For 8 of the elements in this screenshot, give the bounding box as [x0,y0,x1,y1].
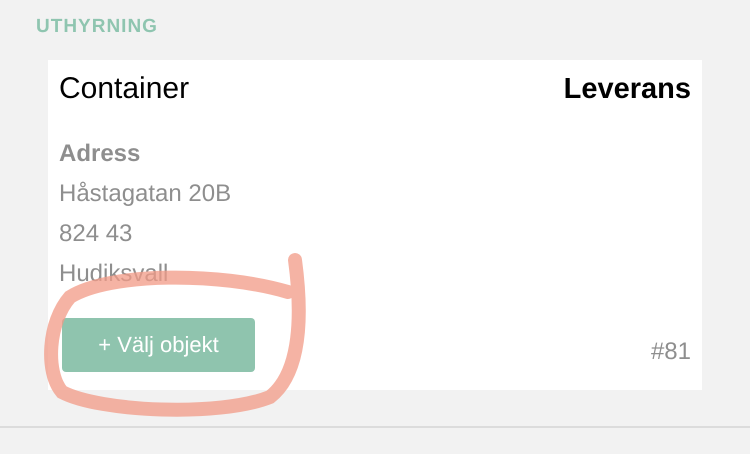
select-object-button[interactable]: + Välj objekt [62,318,255,372]
card-title: Container [59,72,190,106]
type-label: Leverans [564,73,691,106]
address-line: Håstagatan 20B [59,179,232,209]
address-line: 824 43 [59,219,134,249]
item-number: #81 [650,338,691,366]
address-label: Adress [59,139,142,169]
section-title: UTHYRNING [35,15,159,39]
